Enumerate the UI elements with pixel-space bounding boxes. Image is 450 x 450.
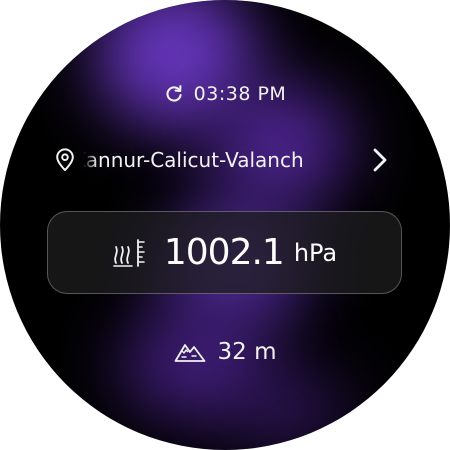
- barometer-icon: [112, 237, 146, 269]
- refresh-icon[interactable]: [164, 84, 184, 104]
- altitude-row[interactable]: 32 m: [0, 336, 450, 368]
- mountain-icon: [174, 340, 206, 364]
- pressure-value: 1002.1: [163, 232, 285, 273]
- location-pin-icon: [54, 148, 76, 172]
- pressure-card[interactable]: 1002.1 hPa: [47, 211, 402, 294]
- watch-face: 03:38 PM Kannur-Calicut-Valanch 1002.1 h…: [0, 0, 450, 450]
- altitude-value: 32 m: [217, 339, 277, 365]
- location-name: Kannur-Calicut-Valanch: [83, 148, 304, 172]
- background-glow: [230, 370, 350, 450]
- last-updated-time: 03:38 PM: [193, 83, 287, 105]
- background-glow: [95, 0, 255, 130]
- location-row[interactable]: Kannur-Calicut-Valanch: [54, 144, 396, 176]
- pressure-unit: hPa: [293, 238, 338, 267]
- location-name-container: Kannur-Calicut-Valanch: [83, 148, 353, 172]
- chevron-right-icon[interactable]: [368, 147, 392, 173]
- last-updated-row[interactable]: 03:38 PM: [0, 80, 450, 108]
